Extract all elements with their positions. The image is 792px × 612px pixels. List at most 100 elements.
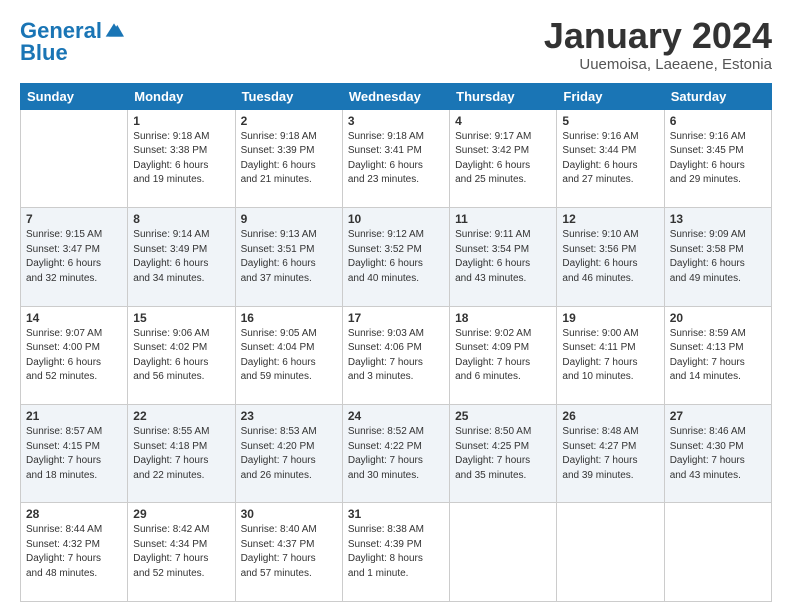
table-cell: 28 Sunrise: 8:44 AM Sunset: 4:32 PM Dayli… [21,503,128,602]
table-cell: 15 Sunrise: 9:06 AM Sunset: 4:02 PM Dayli… [128,306,235,404]
table-cell: 23 Sunrise: 8:53 AM Sunset: 4:20 PM Dayli… [235,405,342,503]
main-title: January 2024 [544,16,772,56]
week-row-4: 21Sunrise: 8:57 AM Sunset: 4:15 PM Dayli… [21,405,772,503]
day-number: 1 [133,114,229,128]
cell-details: Sunrise: 8:52 AM Sunset: 4:22 PM Dayligh… [348,425,444,483]
cell-details: Sunrise: 8:48 AM Sunset: 4:27 PM Dayligh… [562,425,658,483]
table-cell: 11 Sunrise: 9:11 AM Sunset: 3:54 PM Dayli… [450,208,557,306]
cell-details: Sunrise: 9:02 AM Sunset: 4:09 PM Dayligh… [455,327,551,385]
table-cell: 13 Sunrise: 9:09 AM Sunset: 3:58 PM Dayli… [664,208,771,306]
day-number: 5 [562,114,658,128]
table-cell [450,503,557,602]
cell-details: Sunrise: 8:55 AM Sunset: 4:18 PM Dayligh… [133,425,229,483]
day-number: 16 [241,311,337,325]
day-number: 26 [562,409,658,423]
cell-details: Sunrise: 9:06 AM Sunset: 4:02 PM Dayligh… [133,327,229,385]
page: General Blue January 2024 Uuemoisa, Laea… [0,0,792,612]
table-cell: 29 Sunrise: 8:42 AM Sunset: 4:34 PM Dayli… [128,503,235,602]
day-number: 9 [241,212,337,226]
cell-details: Sunrise: 9:15 AM Sunset: 3:47 PM Dayligh… [26,228,122,286]
table-cell: 8 Sunrise: 9:14 AM Sunset: 3:49 PM Daylig… [128,208,235,306]
col-sunday: Sunday [21,83,128,109]
day-number: 18 [455,311,551,325]
day-number: 2 [241,114,337,128]
table-cell: 6Sunrise: 9:16 AM Sunset: 3:45 PM Daylig… [664,109,771,207]
cell-details: Sunrise: 8:38 AM Sunset: 4:39 PM Dayligh… [348,523,444,581]
cell-details: Sunrise: 8:53 AM Sunset: 4:20 PM Dayligh… [241,425,337,483]
table-cell: 12Sunrise: 9:10 AM Sunset: 3:56 PM Dayli… [557,208,664,306]
cell-details: Sunrise: 9:14 AM Sunset: 3:49 PM Dayligh… [133,228,229,286]
cell-details: Sunrise: 9:11 AM Sunset: 3:54 PM Dayligh… [455,228,551,286]
day-number: 22 [133,409,229,423]
table-cell [664,503,771,602]
cell-details: Sunrise: 8:42 AM Sunset: 4:34 PM Dayligh… [133,523,229,581]
week-row-1: 1Sunrise: 9:18 AM Sunset: 3:38 PM Daylig… [21,109,772,207]
cell-details: Sunrise: 9:00 AM Sunset: 4:11 PM Dayligh… [562,327,658,385]
cell-details: Sunrise: 8:44 AM Sunset: 4:32 PM Dayligh… [26,523,122,581]
calendar: Sunday Monday Tuesday Wednesday Thursday… [20,83,772,602]
day-number: 25 [455,409,551,423]
table-cell: 20 Sunrise: 8:59 AM Sunset: 4:13 PM Dayli… [664,306,771,404]
table-cell: 17Sunrise: 9:03 AM Sunset: 4:06 PM Dayli… [342,306,449,404]
day-number: 6 [670,114,766,128]
table-cell: 31 Sunrise: 8:38 AM Sunset: 4:39 PM Dayli… [342,503,449,602]
table-cell: 24Sunrise: 8:52 AM Sunset: 4:22 PM Dayli… [342,405,449,503]
cell-details: Sunrise: 9:05 AM Sunset: 4:04 PM Dayligh… [241,327,337,385]
cell-details: Sunrise: 9:17 AM Sunset: 3:42 PM Dayligh… [455,130,551,188]
cell-details: Sunrise: 8:40 AM Sunset: 4:37 PM Dayligh… [241,523,337,581]
day-number: 12 [562,212,658,226]
header: General Blue January 2024 Uuemoisa, Laea… [20,16,772,73]
day-number: 19 [562,311,658,325]
cell-details: Sunrise: 9:03 AM Sunset: 4:06 PM Dayligh… [348,327,444,385]
table-cell [557,503,664,602]
day-number: 30 [241,507,337,521]
table-cell: 16 Sunrise: 9:05 AM Sunset: 4:04 PM Dayli… [235,306,342,404]
col-tuesday: Tuesday [235,83,342,109]
col-thursday: Thursday [450,83,557,109]
table-cell: 14Sunrise: 9:07 AM Sunset: 4:00 PM Dayli… [21,306,128,404]
table-cell: 21Sunrise: 8:57 AM Sunset: 4:15 PM Dayli… [21,405,128,503]
col-friday: Friday [557,83,664,109]
cell-details: Sunrise: 9:09 AM Sunset: 3:58 PM Dayligh… [670,228,766,286]
day-number: 29 [133,507,229,521]
day-number: 15 [133,311,229,325]
day-number: 23 [241,409,337,423]
week-row-2: 7Sunrise: 9:15 AM Sunset: 3:47 PM Daylig… [21,208,772,306]
table-cell: 1Sunrise: 9:18 AM Sunset: 3:38 PM Daylig… [128,109,235,207]
table-cell: 7Sunrise: 9:15 AM Sunset: 3:47 PM Daylig… [21,208,128,306]
day-number: 11 [455,212,551,226]
logo-text2: Blue [20,42,68,64]
table-cell: 30 Sunrise: 8:40 AM Sunset: 4:37 PM Dayli… [235,503,342,602]
cell-details: Sunrise: 8:50 AM Sunset: 4:25 PM Dayligh… [455,425,551,483]
table-cell: 27Sunrise: 8:46 AM Sunset: 4:30 PM Dayli… [664,405,771,503]
table-cell: 25 Sunrise: 8:50 AM Sunset: 4:25 PM Dayli… [450,405,557,503]
week-row-3: 14Sunrise: 9:07 AM Sunset: 4:00 PM Dayli… [21,306,772,404]
cell-details: Sunrise: 9:13 AM Sunset: 3:51 PM Dayligh… [241,228,337,286]
table-cell [21,109,128,207]
day-number: 28 [26,507,122,521]
calendar-header-row: Sunday Monday Tuesday Wednesday Thursday… [21,83,772,109]
day-number: 8 [133,212,229,226]
subtitle: Uuemoisa, Laeaene, Estonia [544,56,772,73]
col-saturday: Saturday [664,83,771,109]
day-number: 21 [26,409,122,423]
title-block: January 2024 Uuemoisa, Laeaene, Estonia [544,16,772,73]
cell-details: Sunrise: 8:46 AM Sunset: 4:30 PM Dayligh… [670,425,766,483]
day-number: 31 [348,507,444,521]
table-cell: 2 Sunrise: 9:18 AM Sunset: 3:39 PM Daylig… [235,109,342,207]
week-row-5: 28 Sunrise: 8:44 AM Sunset: 4:32 PM Dayli… [21,503,772,602]
day-number: 13 [670,212,766,226]
day-number: 20 [670,311,766,325]
table-cell: 4Sunrise: 9:17 AM Sunset: 3:42 PM Daylig… [450,109,557,207]
logo-text: General [20,20,102,42]
table-cell: 22 Sunrise: 8:55 AM Sunset: 4:18 PM Dayli… [128,405,235,503]
cell-details: Sunrise: 9:18 AM Sunset: 3:39 PM Dayligh… [241,130,337,188]
col-monday: Monday [128,83,235,109]
table-cell: 10Sunrise: 9:12 AM Sunset: 3:52 PM Dayli… [342,208,449,306]
logo: General Blue [20,20,124,64]
day-number: 3 [348,114,444,128]
day-number: 10 [348,212,444,226]
cell-details: Sunrise: 9:18 AM Sunset: 3:41 PM Dayligh… [348,130,444,188]
table-cell: 18 Sunrise: 9:02 AM Sunset: 4:09 PM Dayli… [450,306,557,404]
cell-details: Sunrise: 8:59 AM Sunset: 4:13 PM Dayligh… [670,327,766,385]
